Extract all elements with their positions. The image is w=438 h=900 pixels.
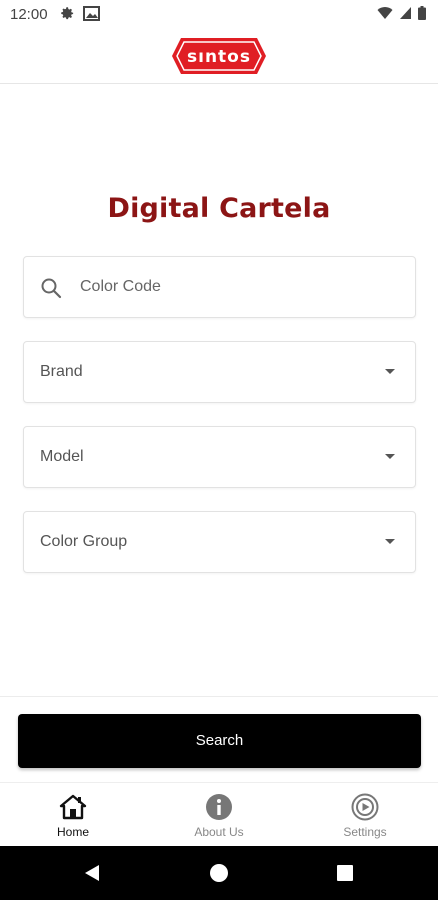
divider bbox=[0, 696, 438, 697]
nav-label-settings: Settings bbox=[343, 825, 387, 839]
brand-dropdown-label: Brand bbox=[40, 363, 83, 380]
model-dropdown-label: Model bbox=[40, 448, 84, 465]
search-button[interactable]: Search bbox=[18, 714, 421, 768]
home-icon bbox=[59, 793, 87, 821]
status-time: 12:00 bbox=[10, 6, 48, 23]
home-circle-icon[interactable] bbox=[210, 864, 228, 882]
caret-down-icon bbox=[385, 454, 395, 459]
recents-icon[interactable] bbox=[337, 865, 353, 881]
system-nav-bar bbox=[0, 846, 438, 900]
back-icon[interactable] bbox=[83, 864, 101, 887]
status-left-icons bbox=[60, 6, 100, 26]
caret-down-icon bbox=[385, 539, 395, 544]
color-group-dropdown-label: Color Group bbox=[40, 533, 128, 550]
color-code-search-field[interactable] bbox=[23, 256, 416, 318]
nav-item-home[interactable]: Home bbox=[0, 783, 146, 847]
nav-label-home: Home bbox=[56, 825, 89, 839]
svg-text:sıntos: sıntos bbox=[187, 47, 251, 67]
nav-item-about-us[interactable]: About Us bbox=[146, 783, 292, 847]
gear-icon bbox=[60, 6, 75, 26]
color-group-dropdown[interactable]: Color Group bbox=[23, 511, 416, 573]
color-code-input[interactable] bbox=[80, 257, 400, 317]
nav-item-settings[interactable]: Settings bbox=[292, 783, 438, 847]
status-right-icons bbox=[377, 6, 426, 25]
model-dropdown[interactable]: Model bbox=[23, 426, 416, 488]
image-notification-icon bbox=[83, 6, 100, 26]
sintos-logo: sıntos bbox=[171, 36, 267, 76]
info-icon bbox=[205, 793, 233, 821]
nav-label-about-us: About Us bbox=[194, 825, 244, 839]
app-header: sıntos bbox=[0, 28, 438, 84]
wifi-icon bbox=[377, 6, 393, 25]
status-bar: 12:00 bbox=[0, 0, 438, 28]
page-title: Digital Cartela bbox=[107, 193, 331, 224]
brand-dropdown[interactable]: Brand bbox=[23, 341, 416, 403]
bottom-nav: Home About Us Settings bbox=[0, 782, 438, 846]
caret-down-icon bbox=[385, 369, 395, 374]
cell-signal-icon bbox=[399, 6, 412, 25]
battery-icon bbox=[418, 6, 426, 25]
search-icon bbox=[40, 277, 62, 299]
settings-play-icon bbox=[351, 793, 379, 821]
